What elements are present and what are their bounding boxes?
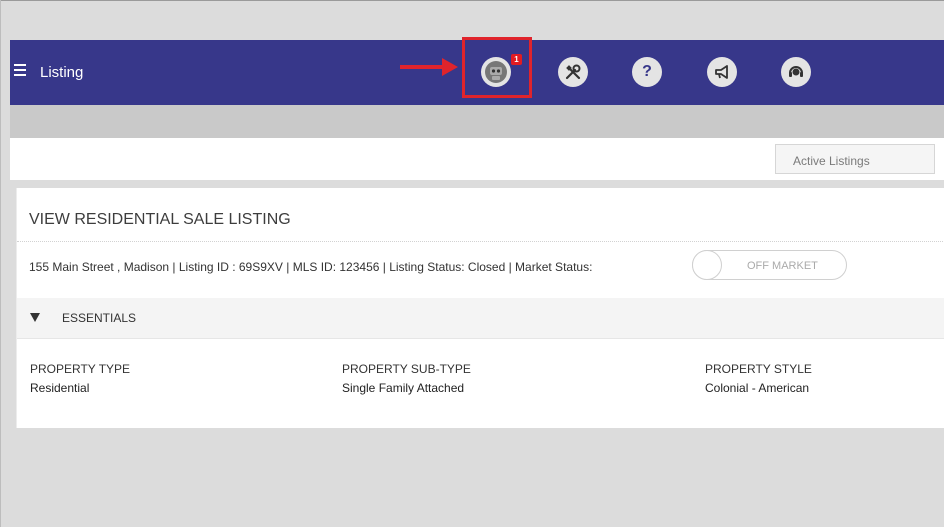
listing-status-select[interactable]: Active Listings — [775, 144, 935, 174]
essentials-section-header[interactable]: ESSENTIALS — [17, 298, 944, 339]
page-title: Listing — [40, 64, 84, 81]
property-style-value: Colonial - American — [705, 381, 810, 395]
tools-button[interactable] — [558, 57, 588, 87]
frame-border-left — [0, 0, 1, 527]
property-subtype-label: PROPERTY SUB-TYPE — [342, 362, 471, 376]
toggle-knob — [692, 250, 722, 280]
listing-info-line: 155 Main Street , Madison | Listing ID :… — [29, 260, 593, 274]
listing-card: VIEW RESIDENTIAL SALE LISTING 155 Main S… — [16, 188, 944, 428]
caret-down-icon — [30, 313, 40, 322]
property-type-value: Residential — [30, 381, 90, 395]
property-subtype-value: Single Family Attached — [342, 381, 465, 395]
support-button[interactable] — [781, 57, 811, 87]
toggle-label: OFF MARKET — [747, 260, 818, 272]
notification-badge: 1 — [511, 54, 522, 65]
page-heading: VIEW RESIDENTIAL SALE LISTING — [29, 211, 291, 228]
top-navigation-bar: Listing 1 ? — [10, 37, 944, 105]
robot-icon — [485, 61, 507, 83]
help-button[interactable]: ? — [632, 57, 662, 87]
announcements-button[interactable] — [707, 57, 737, 87]
help-icon: ? — [642, 63, 652, 80]
tools-icon — [565, 64, 581, 80]
property-type-label: PROPERTY TYPE — [30, 362, 131, 376]
section-title: ESSENTIALS — [62, 311, 137, 325]
robot-assistant-button[interactable]: 1 — [481, 54, 522, 87]
frame-border-top — [0, 0, 944, 1]
divider — [17, 241, 944, 242]
property-style-label: PROPERTY STYLE — [705, 362, 812, 376]
secondary-bar — [10, 105, 944, 138]
arrow-icon — [400, 58, 458, 76]
megaphone-icon — [715, 65, 728, 79]
market-status-toggle[interactable]: OFF MARKET — [692, 250, 847, 280]
support-icon — [789, 66, 803, 77]
menu-icon[interactable] — [14, 64, 26, 78]
filter-area: Active Listings — [10, 138, 944, 180]
